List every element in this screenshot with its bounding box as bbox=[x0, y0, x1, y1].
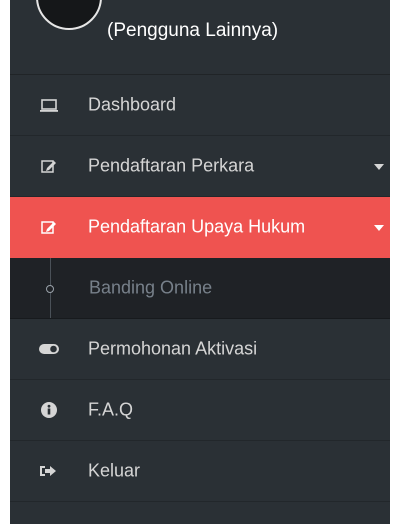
sidebar-item-label: Permohonan Aktivasi bbox=[88, 338, 258, 359]
sidebar-item-label: Dashboard bbox=[88, 94, 177, 115]
bullet-icon bbox=[46, 285, 54, 293]
sidebar-item-label: Pendaftaran Perkara bbox=[88, 155, 255, 176]
toggle-icon bbox=[38, 338, 60, 360]
logout-icon bbox=[38, 460, 60, 482]
edit-icon bbox=[38, 216, 60, 238]
sidebar-item-faq[interactable]: F.A.Q bbox=[10, 380, 390, 441]
info-icon bbox=[38, 399, 60, 421]
sidebar-item-label: F.A.Q bbox=[88, 399, 134, 420]
sidebar-item-permohonan-aktivasi[interactable]: Permohonan Aktivasi bbox=[10, 319, 390, 380]
sidebar-item-label: Keluar bbox=[88, 460, 141, 481]
sidebar-item-pendaftaran-perkara[interactable]: Pendaftaran Perkara bbox=[10, 136, 390, 197]
sidebar-item-keluar[interactable]: Keluar bbox=[10, 441, 390, 502]
laptop-icon bbox=[38, 94, 60, 116]
submenu-item-banding-online[interactable]: Banding Online bbox=[10, 258, 390, 319]
chevron-down-icon bbox=[374, 225, 384, 231]
sidebar-item-pendaftaran-upaya-hukum[interactable]: Pendaftaran Upaya Hukum bbox=[10, 197, 390, 258]
edit-icon bbox=[38, 155, 60, 177]
avatar bbox=[36, 0, 102, 30]
sidebar-item-dashboard[interactable]: Dashboard bbox=[10, 75, 390, 136]
sidebar-menu: Dashboard Pendaftaran Perkara Pendaftara… bbox=[10, 75, 390, 502]
sidebar-item-label: Pendaftaran Upaya Hukum bbox=[88, 216, 306, 237]
sidebar: (Pengguna Lainnya) Dashboard Pendaftaran… bbox=[10, 0, 390, 524]
user-role: (Pengguna Lainnya) bbox=[107, 20, 279, 41]
user-panel: (Pengguna Lainnya) bbox=[10, 0, 390, 75]
submenu-item-label: Banding Online bbox=[89, 277, 213, 298]
chevron-down-icon bbox=[374, 164, 384, 170]
